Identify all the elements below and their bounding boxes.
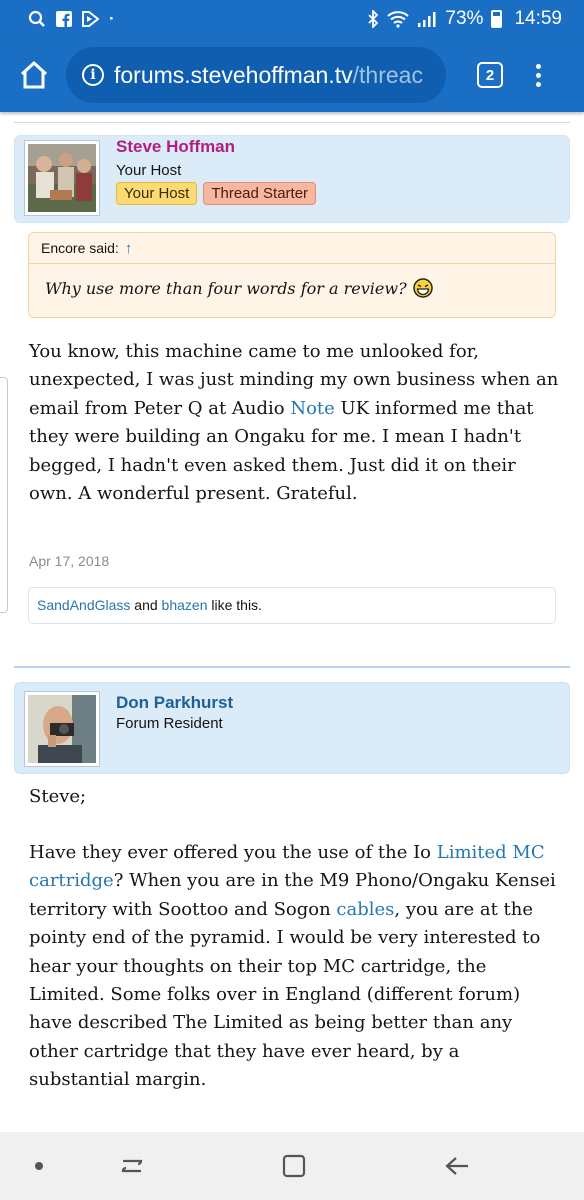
avatar[interactable] [24, 140, 100, 216]
quote-text: Why use more than four words for a revie… [45, 278, 407, 298]
post-date[interactable]: Apr 17, 2018 [29, 553, 109, 569]
post-author-block: Steve Hoffman Your Host Your Host Thread… [14, 135, 570, 223]
quote-author: Encore said: [41, 240, 119, 256]
user-banners: Your Host Thread Starter [116, 182, 317, 205]
quote-body: Why use more than four words for a revie… [29, 264, 555, 312]
home-button[interactable] [14, 55, 54, 95]
home-nav-icon[interactable] [280, 1154, 308, 1178]
divider [14, 122, 570, 123]
post-body: Have they ever offered you the use of th… [29, 839, 559, 1095]
post-greeting: Steve; [29, 786, 87, 807]
avatar-image [28, 695, 96, 763]
notification-dot-icon: · [109, 9, 115, 28]
author-name[interactable]: Don Parkhurst [116, 693, 233, 713]
likes-text: like this. [207, 597, 262, 613]
quote-block: Encore said: ↑ Why use more than four wo… [28, 232, 556, 318]
browser-toolbar: i forums.stevehoffman.tv/threac 2 [0, 38, 584, 112]
info-icon[interactable]: i [82, 64, 104, 86]
search-icon [28, 10, 45, 27]
clock: 14:59 [514, 8, 562, 29]
inline-link-cables[interactable]: cables [336, 899, 394, 920]
inline-link-note[interactable]: Note [290, 398, 334, 419]
laughing-emoji-icon [412, 278, 433, 298]
tab-count: 2 [485, 66, 495, 84]
facebook-icon [56, 11, 72, 27]
battery-icon [491, 10, 503, 28]
avatar[interactable] [24, 691, 100, 767]
edge-handle[interactable] [0, 377, 8, 613]
tabs-button[interactable]: 2 [477, 62, 503, 88]
system-nav-bar [0, 1132, 584, 1200]
recents-icon[interactable] [118, 1154, 146, 1178]
quote-jump-arrow-icon[interactable]: ↑ [125, 240, 133, 257]
wifi-icon [387, 11, 410, 28]
post-author-block: Don Parkhurst Forum Resident [14, 682, 570, 774]
author-title: Forum Resident [116, 715, 223, 732]
post-text-part: Have they ever offered you the use of th… [29, 842, 437, 863]
battery-percent: 73% [445, 8, 484, 29]
avatar-image [28, 144, 96, 212]
post-text-part: , you are at the pointy end of the pyram… [29, 898, 541, 1091]
url-path: /threac [352, 61, 423, 88]
url-text[interactable]: forums.stevehoffman.tv/threac [114, 62, 423, 89]
flipboard-icon [82, 11, 99, 27]
liker-link[interactable]: bhazen [162, 597, 208, 613]
liker-link[interactable]: SandAndGlass [37, 597, 130, 613]
likes-text: and [130, 597, 162, 613]
banner-thread-starter: Thread Starter [203, 182, 317, 205]
signal-icon [418, 12, 436, 27]
author-name[interactable]: Steve Hoffman [116, 137, 235, 157]
url-bar[interactable]: i forums.stevehoffman.tv/threac [66, 47, 446, 103]
likes-summary: SandAndGlass and bhazen like this. [28, 587, 556, 624]
status-bar: · 73% 14:59 [0, 0, 584, 38]
author-title: Your Host [116, 162, 182, 179]
home-icon [20, 61, 48, 89]
banner-your-host: Your Host [116, 182, 198, 205]
back-icon[interactable] [443, 1154, 471, 1178]
url-domain: forums.stevehoffman.tv [114, 61, 353, 88]
bluetooth-icon [368, 10, 379, 28]
post-body: You know, this machine came to me unlook… [29, 338, 559, 508]
quote-header: Encore said: ↑ [29, 233, 555, 264]
thread-content: Steve Hoffman Your Host Your Host Thread… [0, 112, 584, 1132]
nav-dot-icon[interactable] [25, 1154, 53, 1178]
more-icon[interactable] [536, 63, 541, 87]
post-divider [14, 666, 570, 668]
